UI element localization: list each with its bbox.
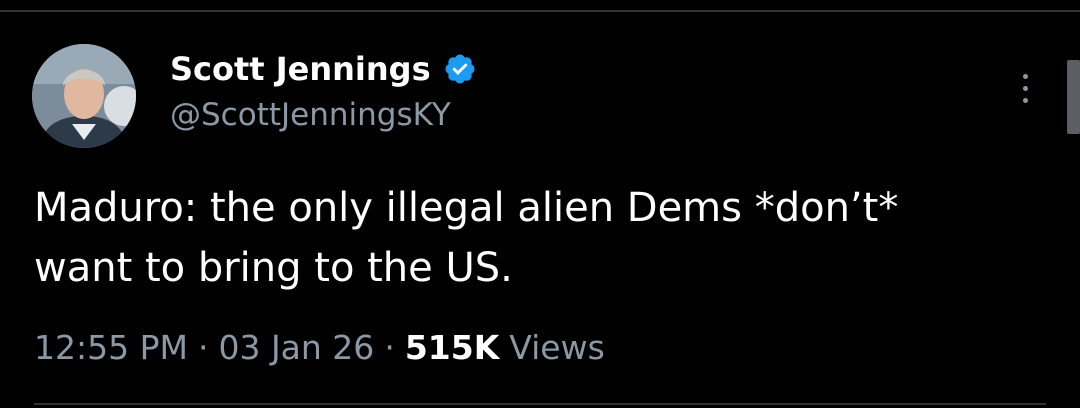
views-label: Views <box>509 327 605 367</box>
display-name[interactable]: Scott Jennings <box>170 50 431 88</box>
tweet-time[interactable]: 12:55 PM <box>34 328 188 367</box>
author-handle[interactable]: @ScottJenningsKY <box>170 97 451 133</box>
author-name-row[interactable]: Scott Jennings <box>170 46 477 92</box>
top-divider <box>0 10 1080 12</box>
avatar-image <box>32 44 136 148</box>
meta-separator: · <box>384 327 395 367</box>
more-dot <box>1022 85 1028 91</box>
avatar[interactable] <box>32 44 136 148</box>
tweet-date[interactable]: 03 Jan 26 <box>218 328 374 367</box>
bottom-divider <box>34 403 1046 405</box>
views-count[interactable]: 515K <box>405 328 499 367</box>
scrollbar-thumb[interactable] <box>1067 60 1080 134</box>
meta-separator: · <box>197 327 209 367</box>
more-dot <box>1022 97 1028 103</box>
more-dot <box>1022 73 1028 79</box>
tweet-meta: 12:55 PM · 03 Jan 26 · 515K Views <box>34 322 605 372</box>
tweet-text: Maduro: the only illegal alien Dems *don… <box>34 185 899 291</box>
more-options-icon[interactable] <box>1010 68 1040 108</box>
verified-badge-icon <box>443 52 477 86</box>
